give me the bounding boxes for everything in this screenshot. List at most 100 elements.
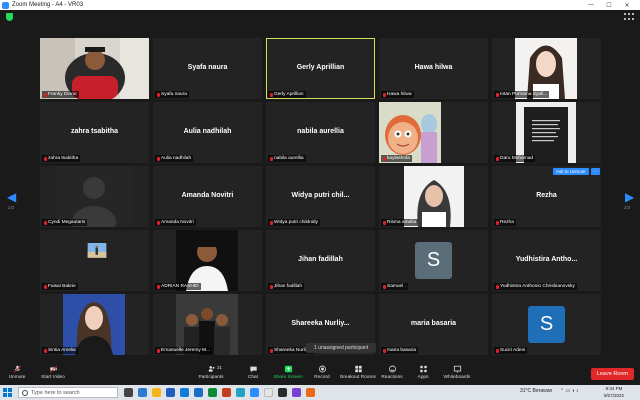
- participant-tile[interactable]: nabila aurellia nabila aurellia: [266, 102, 375, 163]
- smiley-icon: [388, 365, 396, 373]
- participant-tile[interactable]: Cyndi Megautami: [40, 166, 149, 227]
- mail-icon[interactable]: [166, 388, 175, 397]
- next-page-arrow-icon[interactable]: ▶: [625, 190, 634, 204]
- chrome-icon[interactable]: [264, 388, 273, 397]
- media-icon[interactable]: [306, 388, 315, 397]
- participant-display-name: Amanda Novitri: [181, 192, 234, 199]
- participant-video-feed: [87, 243, 107, 273]
- view-grid-icon[interactable]: [624, 13, 634, 21]
- participant-name-label: Daru Muhamad: [494, 155, 536, 162]
- maximize-button[interactable]: ☐: [600, 2, 618, 9]
- participant-display-name: Syafa naura: [187, 64, 228, 71]
- participants-count: 31: [217, 365, 223, 370]
- participant-video-feed: [515, 38, 577, 99]
- participant-tile[interactable]: Franky Dinno: [40, 38, 149, 99]
- participant-tile[interactable]: Sintia Amelia: [40, 294, 149, 355]
- participant-tile[interactable]: Faisal Bakrie: [40, 230, 149, 291]
- participant-tile[interactable]: Risma amelia: [379, 166, 488, 227]
- clock-time: 9:34 PM: [605, 386, 623, 391]
- participant-tile[interactable]: Widya putri chil... Widya putri childnidy: [266, 166, 375, 227]
- participant-tile[interactable]: zahra tsabitha zahra tsabitha: [40, 102, 149, 163]
- ask-to-unmute-button[interactable]: Ask to Unmute: [553, 168, 589, 175]
- task-view-icon[interactable]: [124, 388, 133, 397]
- minimize-button[interactable]: —: [582, 2, 600, 8]
- participant-name-label: Rezha: [494, 219, 516, 226]
- participant-tile[interactable]: Yudhistira Antho... Yudhistira Anthonio C…: [492, 230, 601, 291]
- participant-tile[interactable]: Rezha Rezha: [492, 166, 601, 227]
- participant-tile[interactable]: ADRIAN RASHID: [153, 230, 262, 291]
- system-tray-icons[interactable]: ⌃ ▭ ◖ ♪: [560, 388, 579, 394]
- close-button[interactable]: ✕: [618, 2, 636, 9]
- participant-display-name: Widya putri chil...: [291, 192, 350, 199]
- participant-display-name: Rezha: [536, 192, 557, 199]
- meeting-top-strip: [0, 10, 640, 28]
- participant-tile[interactable]: S Samuel .: [379, 230, 488, 291]
- participant-tile[interactable]: Syafa naura Syafa naura: [153, 38, 262, 99]
- prev-page-arrow-icon[interactable]: ◀: [7, 190, 16, 204]
- participant-display-name: nabila aurellia: [297, 128, 344, 135]
- participant-tile[interactable]: Aulia nadhilah Aulia nadhilah: [153, 102, 262, 163]
- start-video-label: Start Video: [41, 375, 65, 380]
- clock-date: 9/27/2022: [603, 392, 624, 398]
- participant-name-label: Syafa naura: [155, 91, 189, 98]
- participant-video-feed: [176, 294, 238, 355]
- file-explorer-icon[interactable]: [152, 388, 161, 397]
- teams-icon[interactable]: [292, 388, 301, 397]
- start-video-button[interactable]: Start Video: [38, 365, 68, 380]
- edge-browser-icon[interactable]: [236, 388, 245, 397]
- terminal-icon[interactable]: [278, 388, 287, 397]
- taskbar-search-input[interactable]: Type here to search: [18, 387, 118, 398]
- share-screen-button[interactable]: Share Screen: [272, 365, 304, 380]
- more-options-button[interactable]: ···: [591, 168, 600, 175]
- participant-name-label: Widya putri childnidy: [268, 219, 320, 226]
- unassigned-participants-notice[interactable]: 1 unassigned participant: [306, 343, 377, 353]
- participant-name-label: nabila aurellia: [268, 155, 306, 162]
- apps-button[interactable]: Apps: [414, 365, 432, 380]
- record-button[interactable]: Record: [312, 365, 332, 380]
- widgets-icon[interactable]: [138, 388, 147, 397]
- participant-name-label: Sintia Amelia: [42, 347, 78, 354]
- breakout-rooms-button[interactable]: Breakout Rooms: [338, 365, 378, 380]
- participant-tile[interactable]: Emanuelle Jeremy M...: [153, 294, 262, 355]
- participant-initial-avatar: S: [528, 306, 565, 343]
- windows-start-icon[interactable]: [3, 388, 12, 397]
- unmute-button[interactable]: Unmute: [6, 365, 28, 380]
- meeting-toolbar: Unmute Start Video Participants 31 Chat …: [0, 363, 640, 385]
- store-icon[interactable]: [180, 388, 189, 397]
- participant-video-feed: [56, 166, 132, 227]
- system-clock[interactable]: 9:34 PM 9/27/2022: [604, 386, 624, 399]
- reactions-button[interactable]: Reactions: [380, 365, 404, 380]
- share-screen-icon: [284, 365, 292, 373]
- record-icon: [318, 365, 326, 373]
- participant-video-feed: [379, 102, 441, 163]
- participant-tile[interactable]: Jihan fadillah Jihan fadillah: [266, 230, 375, 291]
- weather-widget[interactable]: 31°C Berawan: [520, 388, 552, 394]
- security-shield-icon[interactable]: [6, 13, 13, 21]
- chat-button[interactable]: Chat: [244, 365, 262, 380]
- participant-name-label: kaylashofa: [381, 155, 412, 162]
- participant-name-label: Intan Purnama Syafi...: [494, 91, 550, 98]
- window-titlebar: Zoom Meeting - A4 - VR03 — ☐ ✕: [0, 0, 640, 10]
- participant-video-feed: [40, 38, 149, 99]
- chat-label: Chat: [247, 375, 259, 380]
- participants-label: Participants: [198, 375, 224, 380]
- whiteboard-icon: [453, 365, 461, 373]
- participant-tile[interactable]: Amanda Novitri Amanda Novitri: [153, 166, 262, 227]
- participant-tile[interactable]: Gerly Aprillian Gerly Aprillian: [266, 38, 375, 99]
- participant-name-label: Gerly Aprillian: [268, 91, 306, 98]
- participant-display-name: Jihan fadillah: [298, 256, 343, 263]
- zoom-taskbar-icon[interactable]: [250, 388, 259, 397]
- share-screen-label: Share Screen: [273, 375, 303, 380]
- participant-name-label: Risma amelia: [381, 219, 419, 226]
- whiteboards-button[interactable]: Whiteboards: [442, 365, 472, 380]
- participant-tile[interactable]: Intan Purnama Syafi...: [492, 38, 601, 99]
- leave-room-button[interactable]: Leave Room: [590, 368, 634, 380]
- participant-tile[interactable]: maria basaria maria basaria: [379, 294, 488, 355]
- excel-icon[interactable]: [208, 388, 217, 397]
- participant-tile[interactable]: kaylashofa: [379, 102, 488, 163]
- participant-tile[interactable]: S Suciri Adeni: [492, 294, 601, 355]
- participant-tile[interactable]: Daru Muhamad: [492, 102, 601, 163]
- powerpoint-icon[interactable]: [222, 388, 231, 397]
- word-icon[interactable]: [194, 388, 203, 397]
- participant-tile[interactable]: Hawa hilwa Hawa hilwa: [379, 38, 488, 99]
